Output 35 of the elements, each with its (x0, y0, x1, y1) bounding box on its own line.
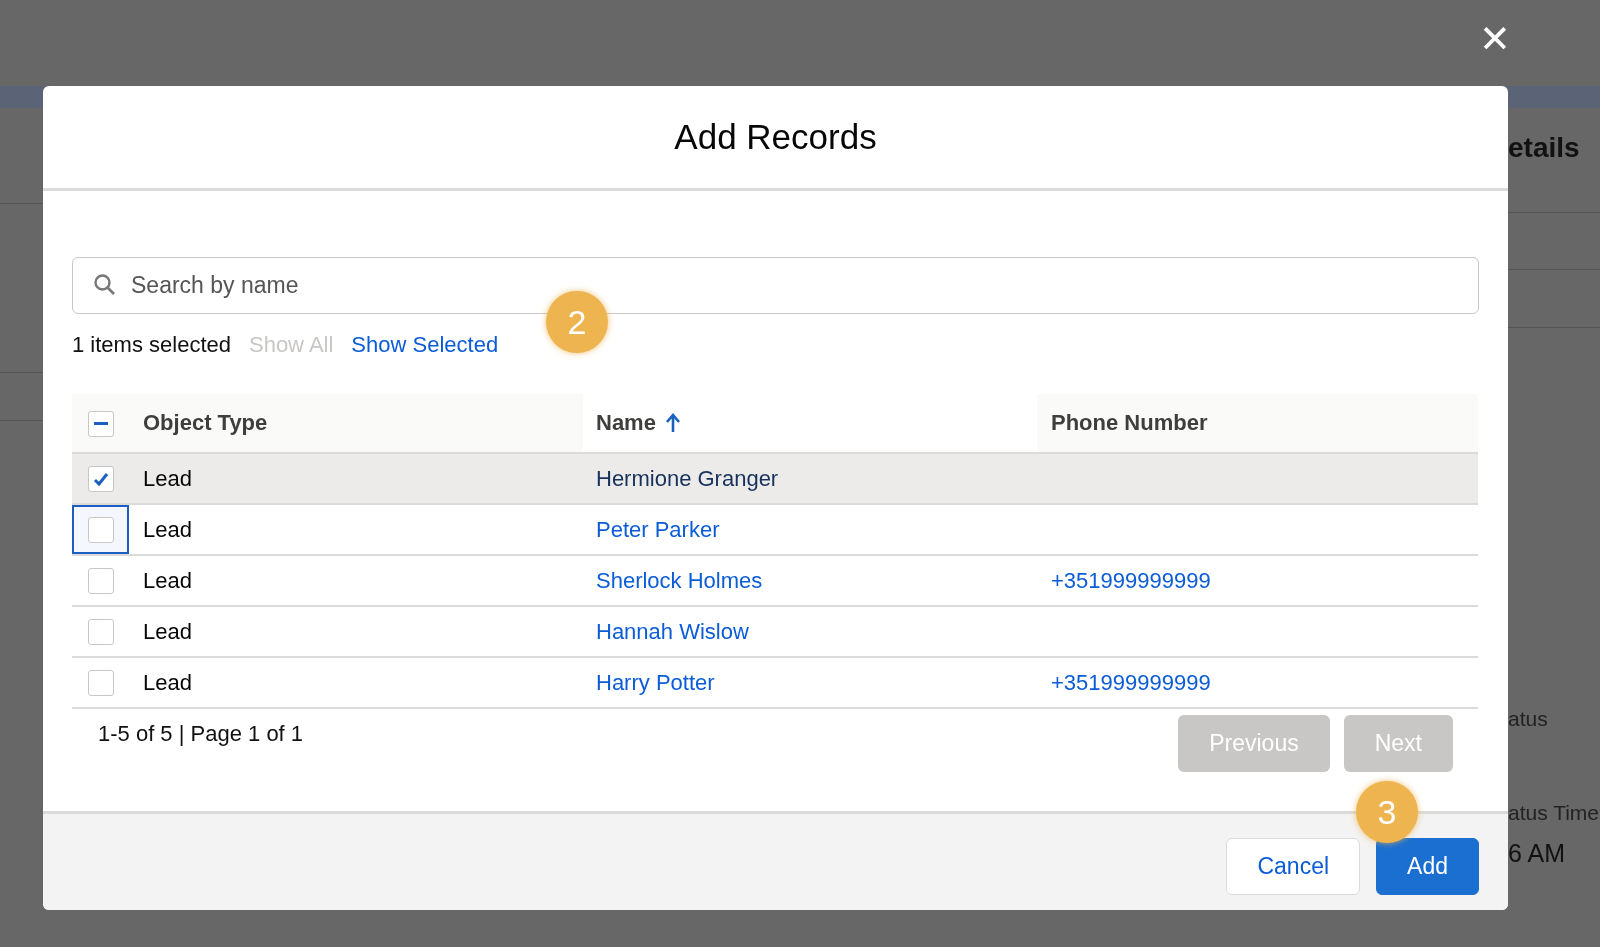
checkbox[interactable] (87, 619, 114, 646)
record-link[interactable]: Hannah Wislow (596, 618, 749, 644)
add-button[interactable]: Add (1376, 837, 1479, 895)
table-cell: Lead (143, 516, 192, 542)
checkbox[interactable] (87, 670, 114, 697)
field-label: atus (1508, 707, 1549, 731)
cancel-button[interactable]: Cancel (1226, 837, 1361, 895)
dialog-title: Add Records (674, 117, 877, 157)
filter-link[interactable]: Show Selected (351, 332, 499, 358)
sort-arrow-icon (665, 413, 680, 433)
table-cell: Lead (143, 669, 192, 695)
table-cell: Lead (143, 465, 192, 491)
checkbox[interactable] (87, 517, 114, 544)
search-icon (93, 273, 117, 297)
column-header[interactable]: Name (596, 410, 680, 436)
checkbox[interactable] (87, 568, 114, 595)
record-link[interactable]: Harry Potter (596, 669, 715, 695)
panel-heading: etails (1508, 132, 1581, 164)
field-label: atus Time (1508, 801, 1600, 825)
table-cell: Lead (143, 567, 192, 593)
minus-icon (93, 422, 108, 426)
phone-link[interactable]: +351999999999 (1051, 669, 1211, 695)
page-summary: 1-5 of 5 | Page 1 of 1 (98, 721, 304, 747)
phone-link[interactable]: +351999999999 (1051, 567, 1211, 593)
field-value: 6 AM (1508, 839, 1566, 868)
column-header[interactable]: Phone Number (1051, 410, 1208, 436)
close-button[interactable]: ✕ (1474, 18, 1516, 60)
record-link[interactable]: Sherlock Holmes (596, 567, 763, 593)
checkbox[interactable] (87, 466, 114, 493)
table-cell: Lead (143, 618, 192, 644)
column-header[interactable]: Object Type (143, 410, 268, 436)
check-icon (92, 472, 109, 487)
record-link[interactable]: Peter Parker (596, 516, 720, 542)
selection-count: 1 items selected (72, 332, 231, 358)
select-all-checkbox[interactable] (87, 410, 114, 437)
